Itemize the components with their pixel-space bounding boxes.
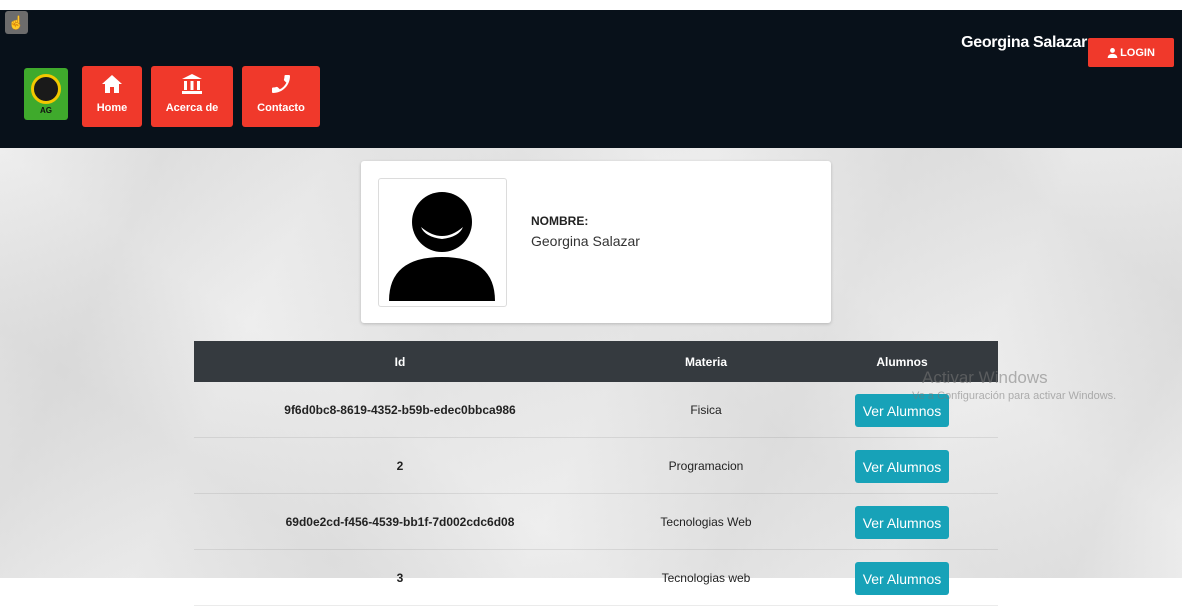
main-content: NOMBRE: Georgina Salazar Id Materia Alum… <box>0 148 1182 606</box>
nav-home-label: Home <box>96 102 128 114</box>
logo-text: AG <box>40 105 52 115</box>
ver-alumnos-button[interactable]: Ver Alumnos <box>854 450 950 483</box>
materias-table: Id Materia Alumnos 9f6d0bc8-8619-4352-b5… <box>194 341 998 606</box>
row-id: 2 <box>396 458 404 473</box>
phone-icon <box>272 75 290 93</box>
avatar <box>378 178 507 307</box>
ver-alumnos-button[interactable]: Ver Alumnos <box>854 506 950 539</box>
row-materia: Tecnologias Web <box>660 514 752 529</box>
header-materia: Materia <box>684 354 728 369</box>
header-id: Id <box>394 354 406 369</box>
login-button[interactable]: LOGIN <box>1088 38 1174 67</box>
avatar-user-icon <box>389 192 495 301</box>
row-materia: Programacion <box>668 458 744 473</box>
watermark-title: Activar Windows <box>922 368 1048 387</box>
logo-emblem <box>31 73 61 104</box>
login-label: LOGIN <box>1120 46 1155 59</box>
table-row: 69d0e2cd-f456-4539-bb1f-7d002cdc6d08 Tec… <box>194 494 998 550</box>
user-icon <box>1107 48 1118 58</box>
profile-card: NOMBRE: Georgina Salazar <box>361 161 831 323</box>
row-id: 9f6d0bc8-8619-4352-b59b-edec0bbca986 <box>284 402 516 417</box>
table-row: 9f6d0bc8-8619-4352-b59b-edec0bbca986 Fis… <box>194 382 998 438</box>
table-row: 2 Programacion Ver Alumnos <box>194 438 998 494</box>
nav-contacto-label: Contacto <box>257 102 305 114</box>
nav-acerca-label: Acerca de <box>165 102 219 114</box>
accessibility-icon[interactable]: ☝ <box>5 11 28 34</box>
user-name: Georgina Salazar <box>961 34 1087 51</box>
row-alumnos-cell: Ver Alumnos <box>806 494 998 549</box>
logo[interactable]: AG <box>24 68 68 120</box>
table-header: Id Materia Alumnos <box>194 341 998 382</box>
profile-name-value: Georgina Salazar <box>531 233 640 249</box>
row-id: 69d0e2cd-f456-4539-bb1f-7d002cdc6d08 <box>285 514 515 529</box>
navbar: AG Home Acerca de Contacto <box>0 66 1182 148</box>
bank-icon <box>182 74 202 94</box>
nav-acerca[interactable]: Acerca de <box>151 66 233 127</box>
nav-home[interactable]: Home <box>82 66 142 127</box>
ver-alumnos-button[interactable]: Ver Alumnos <box>854 562 950 595</box>
table-row: 3 Tecnologias web Ver Alumnos <box>194 550 998 606</box>
top-bar: Georgina Salazar LOGIN <box>0 0 1182 69</box>
profile-name-label: NOMBRE: <box>531 214 589 228</box>
windows-activation-watermark: Activar Windows Ve a Configuración para … <box>912 368 1116 402</box>
watermark-subtitle: Ve a Configuración para activar Windows. <box>912 390 1117 402</box>
row-materia: Fisica <box>690 402 722 417</box>
nav-contacto[interactable]: Contacto <box>242 66 320 127</box>
home-icon <box>102 75 122 93</box>
row-alumnos-cell: Ver Alumnos <box>806 438 998 493</box>
